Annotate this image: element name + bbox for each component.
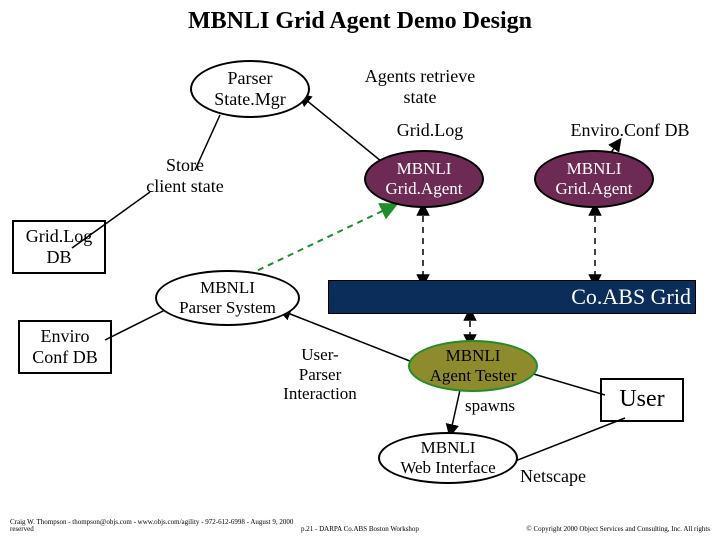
label-spawns: spawns: [450, 396, 530, 416]
label-user-parser-interaction: User- Parser Interaction: [270, 345, 370, 404]
page-title: MBNLI Grid Agent Demo Design: [0, 8, 720, 35]
label-gridlog: Grid.Log: [380, 120, 480, 141]
label-coabs-grid: Co.ABS Grid: [571, 284, 691, 310]
node-agent-tester: MBNLI Agent Tester: [408, 340, 538, 392]
node-enviro-conf-db-left: Enviro Conf DB: [18, 320, 112, 374]
node-web-interface: MBNLI Web Interface: [378, 432, 518, 484]
footer-right: © Copyright 2000 Object Services and Con…: [510, 526, 710, 534]
label-netscape: Netscape: [520, 466, 620, 487]
node-grid-agent-left: MBNLI Grid.Agent: [364, 150, 484, 208]
node-user: User: [600, 378, 684, 422]
label-enviroconf-db-top: Enviro.Conf DB: [555, 120, 705, 141]
node-gridlog-db: Grid.Log DB: [12, 220, 106, 274]
node-parser-statemgr-label: Parser State.Mgr: [214, 68, 286, 109]
label-agents-retrieve-state: Agents retrieve state: [345, 66, 495, 107]
label-store-client-state: Store client state: [130, 155, 240, 196]
node-parser-system: MBNLI Parser System: [155, 270, 300, 326]
node-grid-agent-right: MBNLI Grid.Agent: [534, 150, 654, 208]
node-parser-statemgr: Parser State.Mgr: [190, 60, 310, 118]
node-coabs-grid-bar: Co.ABS Grid: [328, 280, 696, 314]
